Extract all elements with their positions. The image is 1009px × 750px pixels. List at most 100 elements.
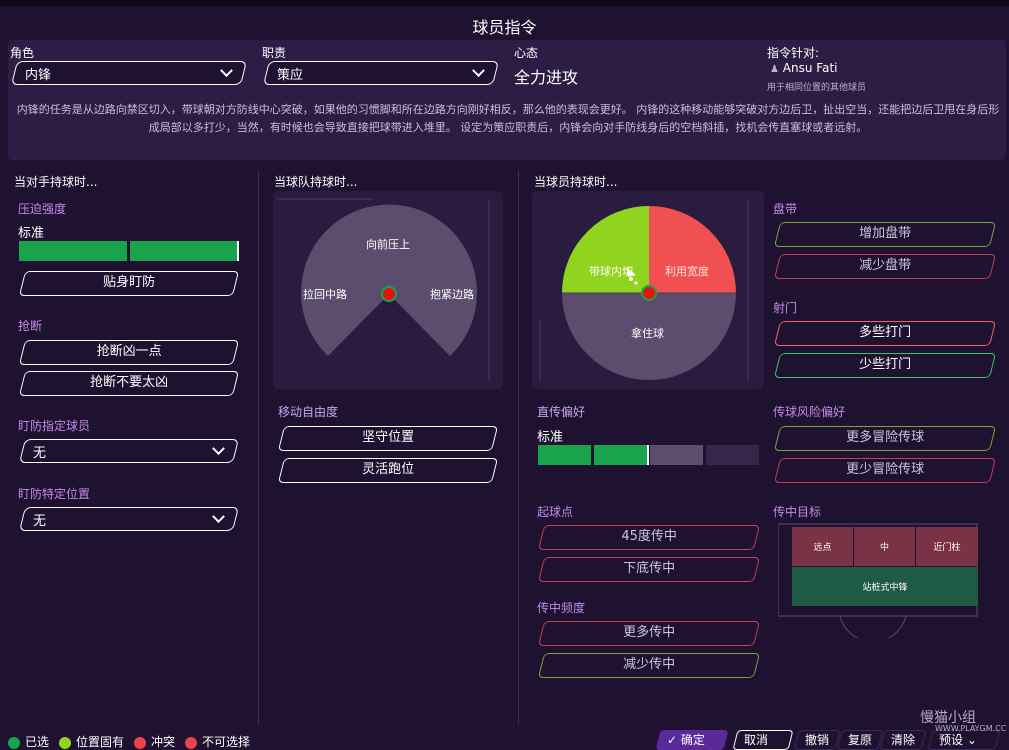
role-label: 角色 — [10, 46, 35, 60]
slider-segment — [706, 445, 759, 465]
slider-marker — [237, 241, 239, 261]
legend-unavailable: 不可选择 — [185, 733, 250, 750]
slider-segment — [130, 241, 238, 261]
roam-button[interactable]: 灵活跑位 — [277, 458, 499, 483]
confirm-button[interactable]: ✓ 确定 — [655, 730, 729, 750]
dribbling-label: 盘带 — [773, 202, 798, 216]
cross-from-label: 起球点 — [537, 505, 574, 519]
oop-heading: 当对手持球时... — [14, 175, 98, 189]
cross-target-label: 传中目标 — [773, 505, 822, 519]
cross-less-label: 减少传中 — [623, 657, 676, 672]
direct-passing-value: 标准 — [537, 430, 564, 445]
ball-action-diagram — [539, 199, 749, 381]
slider-segment — [538, 445, 591, 465]
shoot-less-label: 少些打门 — [859, 357, 912, 372]
centre-label: 中 — [879, 543, 889, 553]
clear-button[interactable]: 清除 — [879, 730, 927, 750]
tight-marking-button[interactable]: 贴身盯防 — [18, 271, 240, 296]
sit-narrower-zone[interactable]: 拉回中路 — [303, 286, 347, 302]
undo-label: 撤销 — [805, 733, 830, 747]
clear-label: 清除 — [891, 733, 916, 747]
preset-dropdown[interactable]: 预设 ⌄ — [927, 730, 1001, 750]
cross-less-button[interactable]: 减少传中 — [537, 653, 761, 678]
target-player-name: Ansu Fati — [782, 61, 838, 75]
role-select[interactable]: 内锋 — [11, 61, 247, 85]
redo-button[interactable]: 复原 — [836, 730, 884, 750]
tackle-harder-label: 抢断凶一点 — [96, 344, 162, 359]
cross-frequency-label: 传中频度 — [537, 601, 586, 615]
shoot-more-button[interactable]: 多些打门 — [773, 321, 997, 346]
undo-button[interactable]: 撤销 — [793, 730, 841, 750]
cross-from-deep-button[interactable]: 45度传中 — [537, 525, 761, 550]
mark-position-label: 盯防特定位置 — [18, 487, 91, 501]
ease-off-tackles-button[interactable]: 抢断不要太凶 — [18, 371, 240, 396]
legend: 已选 位置固有 冲突 不可选择 — [8, 733, 250, 750]
window-title: 球员指令 — [472, 18, 537, 37]
movement-area[interactable] — [301, 204, 478, 356]
mark-player-label: 盯防指定球员 — [18, 419, 91, 433]
cross-byline-label: 下底传中 — [623, 561, 676, 576]
check-icon: ✓ — [667, 733, 678, 747]
person-icon: ♟ — [770, 64, 779, 75]
cross-from-byline-button[interactable]: 下底传中 — [537, 557, 761, 582]
risky-passes-less-button[interactable]: 更少冒险传球 — [773, 458, 997, 483]
far-post-label: 远点 — [813, 543, 832, 553]
dribble-inside-zone[interactable] — [562, 206, 649, 293]
cancel-button[interactable]: 取消 — [732, 730, 794, 750]
mark-player-select[interactable]: 无 — [19, 439, 239, 463]
hold-position-button[interactable]: 坚守位置 — [277, 426, 499, 451]
shoot-less-button[interactable]: 少些打门 — [773, 353, 997, 378]
role-value: 内锋 — [25, 67, 52, 83]
duty-select[interactable]: 策应 — [263, 61, 499, 85]
chevron-down-icon — [212, 441, 225, 455]
risk-more-label: 更多冒险传球 — [846, 430, 925, 445]
shoot-more-label: 多些打门 — [859, 325, 912, 340]
column-divider — [258, 170, 259, 725]
hold-position-label: 坚守位置 — [362, 430, 415, 445]
exploit-width-zone[interactable] — [649, 206, 736, 293]
slider-segment — [650, 445, 703, 465]
slider-segment — [594, 445, 647, 465]
mark-player-value: 无 — [33, 445, 47, 461]
confirm-label: 确定 — [680, 733, 705, 747]
ease-off-label: 抢断不要太凶 — [90, 375, 169, 390]
watermark-url: WWW.PLAYGM.CC — [935, 724, 1007, 733]
shooting-label: 射门 — [773, 301, 798, 315]
dribble-more-button[interactable]: 增加盘带 — [773, 222, 997, 247]
mentality-value: 全力进攻 — [514, 68, 579, 87]
duty-label: 职责 — [262, 46, 287, 60]
near-post-label: 近门柱 — [933, 543, 961, 553]
arrow-dot — [634, 281, 638, 285]
ball-action-pitch[interactable] — [532, 191, 764, 389]
legend-conflict: 冲突 — [134, 733, 175, 750]
tackle-harder-button[interactable]: 抢断凶一点 — [18, 340, 240, 365]
get-further-forward-zone[interactable]: 向前压上 — [366, 236, 410, 252]
cross-more-button[interactable]: 更多传中 — [537, 621, 761, 646]
player-position-dot — [641, 285, 657, 301]
slider-segment — [19, 241, 127, 261]
mentality-label: 心态 — [514, 46, 539, 60]
dribble-less-label: 减少盘带 — [859, 258, 912, 273]
risk-less-label: 更少冒险传球 — [846, 462, 925, 477]
chevron-down-icon: ⌄ — [966, 733, 977, 747]
target-man-label: 站桩式中锋 — [862, 583, 908, 593]
cross-more-label: 更多传中 — [623, 625, 676, 640]
risky-passes-more-button[interactable]: 更多冒险传球 — [773, 426, 997, 451]
dribble-more-label: 增加盘带 — [859, 226, 912, 241]
dribble-less-button[interactable]: 减少盘带 — [773, 254, 997, 279]
target-player[interactable]: ♟ Ansu Fati — [770, 61, 837, 75]
exploit-width-label: 利用宽度 — [665, 265, 709, 278]
team-ball-heading: 当球队持球时... — [274, 175, 358, 189]
chevron-down-icon — [472, 63, 485, 77]
stay-wider-zone[interactable]: 抱紧边路 — [430, 286, 474, 302]
duty-value: 策应 — [277, 67, 304, 83]
mark-position-select[interactable]: 无 — [19, 507, 239, 531]
pressing-slider[interactable] — [19, 241, 238, 261]
pressing-label: 压迫强度 — [18, 202, 67, 216]
top-bar — [0, 0, 1009, 6]
chevron-down-icon — [220, 63, 233, 77]
cross-deep-label: 45度传中 — [621, 529, 677, 544]
target-subtitle: 用于相同位置的其他球员 — [767, 83, 867, 93]
cancel-label: 取消 — [744, 733, 769, 747]
freedom-label: 移动自由度 — [278, 405, 339, 419]
